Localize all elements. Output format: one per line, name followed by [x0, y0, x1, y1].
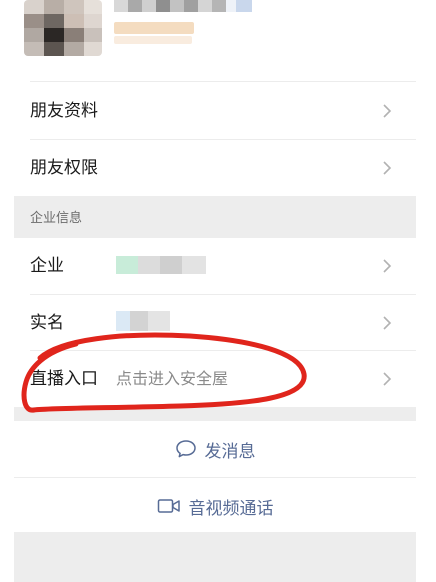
chevron-right-icon: [383, 316, 392, 330]
video-call-button[interactable]: 音视频通话: [14, 478, 416, 534]
enterprise-label: 企业: [30, 256, 64, 276]
avatar[interactable]: [24, 0, 102, 56]
live-entry-label: 直播入口: [30, 369, 98, 389]
send-message-label: 发消息: [204, 441, 256, 462]
video-camera-icon: [157, 499, 180, 513]
enterprise-section-header: 企业信息: [14, 196, 416, 238]
row-friend-info[interactable]: 朋友资料: [14, 83, 416, 139]
chevron-right-icon: [383, 104, 392, 118]
bottom-spacer: [14, 532, 416, 582]
contact-profile-page: 朋友资料 朋友权限 企业信息 企业 实名 直播入口 点击进入安全屋 发消息 音视…: [0, 0, 436, 582]
right-margin: [416, 0, 436, 582]
divider: [30, 81, 416, 82]
remark-blurred: [114, 20, 196, 46]
chevron-right-icon: [383, 259, 392, 273]
row-live-entry[interactable]: 直播入口 点击进入安全屋: [14, 351, 416, 407]
chevron-right-icon: [383, 161, 392, 175]
chat-bubble-icon: [175, 440, 196, 458]
enterprise-section-title: 企业信息: [30, 211, 83, 226]
live-entry-value: 点击进入安全屋: [116, 369, 229, 388]
real-name-label: 实名: [30, 313, 64, 333]
row-enterprise[interactable]: 企业: [14, 238, 416, 294]
send-message-button[interactable]: 发消息: [14, 421, 416, 477]
friend-info-label: 朋友资料: [30, 101, 98, 121]
row-real-name[interactable]: 实名: [14, 295, 416, 351]
section-gap: [14, 407, 416, 421]
chevron-right-icon: [383, 372, 392, 386]
left-margin: [0, 0, 14, 582]
profile-header: [14, 0, 416, 82]
friend-permission-label: 朋友权限: [30, 158, 98, 178]
row-friend-permission[interactable]: 朋友权限: [14, 140, 416, 196]
content-area: 朋友资料 朋友权限 企业信息 企业 实名 直播入口 点击进入安全屋 发消息 音视…: [14, 0, 416, 582]
nickname-blurred: [114, 0, 274, 12]
video-call-label: 音视频通话: [188, 498, 274, 519]
